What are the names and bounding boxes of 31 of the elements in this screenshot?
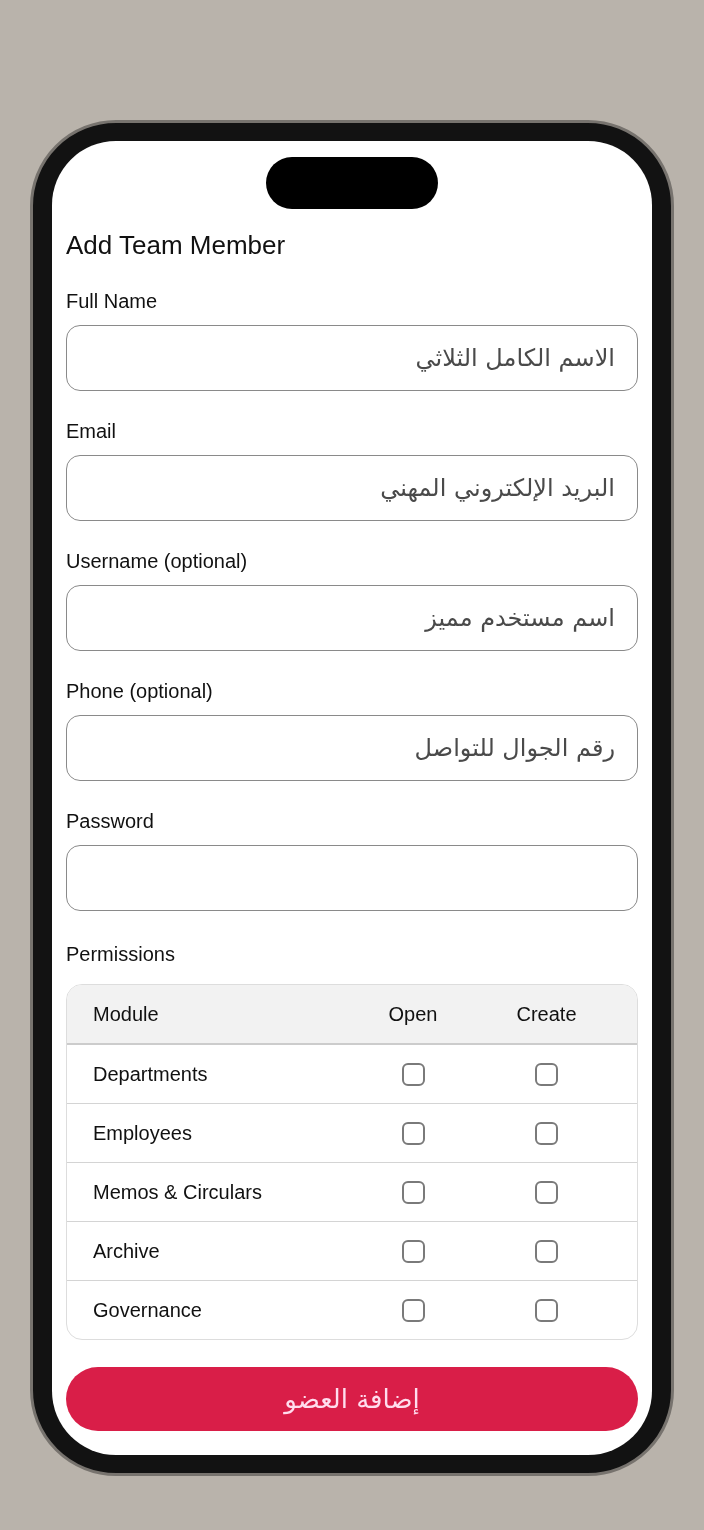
column-header: Create xyxy=(516,1002,577,1026)
module-name: Archive xyxy=(93,1239,160,1263)
form-title: Add Team Member xyxy=(66,229,286,261)
checkbox[interactable] xyxy=(535,1239,558,1263)
checkbox[interactable] xyxy=(401,1298,425,1322)
checkbox[interactable] xyxy=(401,1239,425,1263)
column-header: Open xyxy=(388,1002,438,1026)
checkbox[interactable] xyxy=(401,1180,425,1204)
input-field[interactable] xyxy=(66,845,638,911)
field-label: Email xyxy=(66,419,116,443)
checkbox[interactable] xyxy=(535,1062,558,1086)
field-label: Username (optional) xyxy=(66,549,248,573)
field-label: Full Name xyxy=(66,289,158,313)
column-header: Module xyxy=(93,1002,159,1026)
checkbox[interactable] xyxy=(535,1180,558,1204)
input-field[interactable]: رقم الجوال للتواصل xyxy=(66,715,638,781)
module-name: Governance xyxy=(93,1298,202,1322)
input-field[interactable]: البريد الإلكتروني المهني xyxy=(66,455,638,521)
checkbox[interactable] xyxy=(535,1298,558,1322)
field-label: Phone (optional) xyxy=(66,679,213,703)
module-name: Memos & Circulars xyxy=(93,1180,262,1204)
input-field[interactable]: اسم مستخدم مميز xyxy=(66,585,638,651)
checkbox[interactable] xyxy=(401,1062,425,1086)
checkbox[interactable] xyxy=(401,1121,425,1145)
input-field[interactable]: الاسم الكامل الثلاثي xyxy=(66,325,638,391)
submit-button[interactable]: إضافة العضو xyxy=(66,1367,638,1431)
field-label: Password xyxy=(66,809,154,833)
module-name: Employees xyxy=(93,1121,192,1145)
section-label: Permissions xyxy=(66,942,175,966)
module-name: Departments xyxy=(93,1062,208,1086)
checkbox[interactable] xyxy=(535,1121,558,1145)
